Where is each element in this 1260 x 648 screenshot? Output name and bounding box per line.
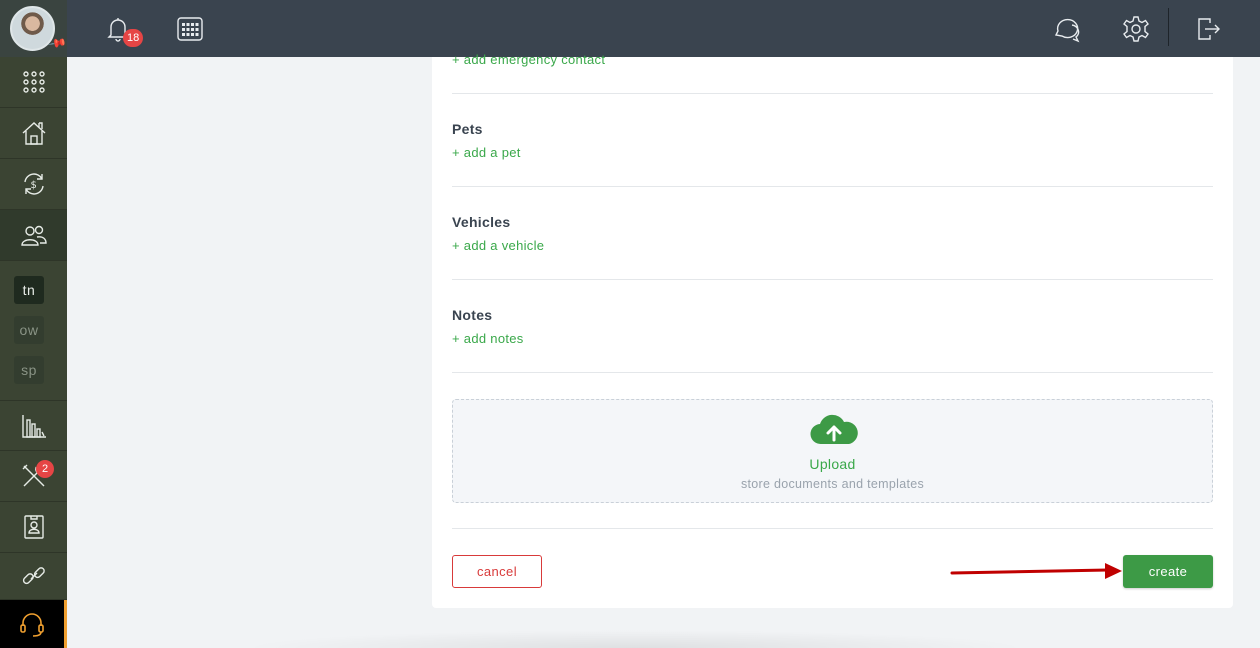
- create-contact-form: + add emergency contact Pets + add a pet…: [432, 52, 1233, 608]
- gear-icon: [1123, 16, 1149, 42]
- pets-section: Pets + add a pet: [452, 121, 1213, 162]
- sidebar-item-properties[interactable]: [0, 108, 67, 159]
- notification-badge: 18: [123, 29, 144, 47]
- add-vehicle-link[interactable]: + add a vehicle: [452, 238, 544, 253]
- profile-area[interactable]: 📌: [0, 0, 68, 57]
- add-pet-link[interactable]: + add a pet: [452, 145, 521, 160]
- chip-ow[interactable]: ow: [14, 316, 44, 344]
- svg-text:$: $: [30, 180, 36, 191]
- upload-label: Upload: [809, 456, 856, 472]
- link-icon: [22, 567, 45, 585]
- vehicles-title: Vehicles: [452, 214, 511, 230]
- add-notes-link[interactable]: + add notes: [452, 331, 524, 346]
- annotation-arrow: [950, 563, 1122, 579]
- cloud-upload-icon: [810, 414, 858, 445]
- sidebar-item-integrations[interactable]: [0, 553, 67, 600]
- chip-tn[interactable]: tn: [14, 276, 44, 304]
- people-icon: [20, 225, 47, 246]
- add-emergency-contact-link[interactable]: + add emergency contact: [452, 52, 605, 67]
- calendar-button[interactable]: [173, 12, 207, 46]
- emergency-contact-section: + add emergency contact: [452, 51, 1213, 69]
- logout-button[interactable]: [1191, 12, 1225, 46]
- maintenance-badge: 2: [36, 460, 54, 478]
- apps-grid-menu[interactable]: [0, 57, 67, 108]
- bottom-shadow: [240, 630, 1030, 648]
- cancel-button[interactable]: cancel: [452, 555, 542, 588]
- bar-chart-icon: [21, 414, 46, 438]
- settings-button[interactable]: [1119, 12, 1153, 46]
- sidebar-item-maintenance[interactable]: 2: [0, 451, 67, 502]
- notifications-button[interactable]: 18: [101, 12, 144, 47]
- logout-icon: [1198, 18, 1220, 40]
- top-bar: 18: [67, 0, 1260, 57]
- create-button[interactable]: create: [1123, 555, 1213, 588]
- support-button[interactable]: [0, 600, 67, 648]
- topbar-divider: [1168, 8, 1169, 46]
- vehicles-section: Vehicles + add a vehicle: [452, 214, 1213, 255]
- notes-title: Notes: [452, 307, 493, 323]
- sidebar-item-contacts[interactable]: [0, 502, 67, 553]
- sidebar-item-payments[interactable]: $: [0, 159, 67, 210]
- divider: [452, 93, 1213, 94]
- chip-sp[interactable]: sp: [14, 356, 44, 384]
- chat-icon: [1054, 18, 1080, 43]
- upload-dropzone[interactable]: Upload store documents and templates: [452, 399, 1213, 503]
- house-icon: [22, 122, 45, 145]
- chat-button[interactable]: [1049, 12, 1083, 46]
- sidebar-item-people[interactable]: [0, 210, 67, 261]
- divider: [452, 186, 1213, 187]
- left-sidebar: 📌 $ tn ow sp 2: [0, 0, 68, 648]
- upload-description: store documents and templates: [740, 477, 925, 491]
- notes-section: Notes + add notes: [452, 307, 1213, 348]
- sidebar-item-reports[interactable]: [0, 400, 67, 451]
- grid-icon: [22, 71, 45, 93]
- headset-icon: [20, 613, 44, 637]
- divider: [452, 372, 1213, 373]
- contact-card-icon: [23, 515, 44, 539]
- divider: [452, 528, 1213, 529]
- calendar-icon: [177, 17, 203, 41]
- pets-title: Pets: [452, 121, 483, 137]
- divider: [452, 279, 1213, 280]
- money-cycle-icon: $: [23, 173, 44, 195]
